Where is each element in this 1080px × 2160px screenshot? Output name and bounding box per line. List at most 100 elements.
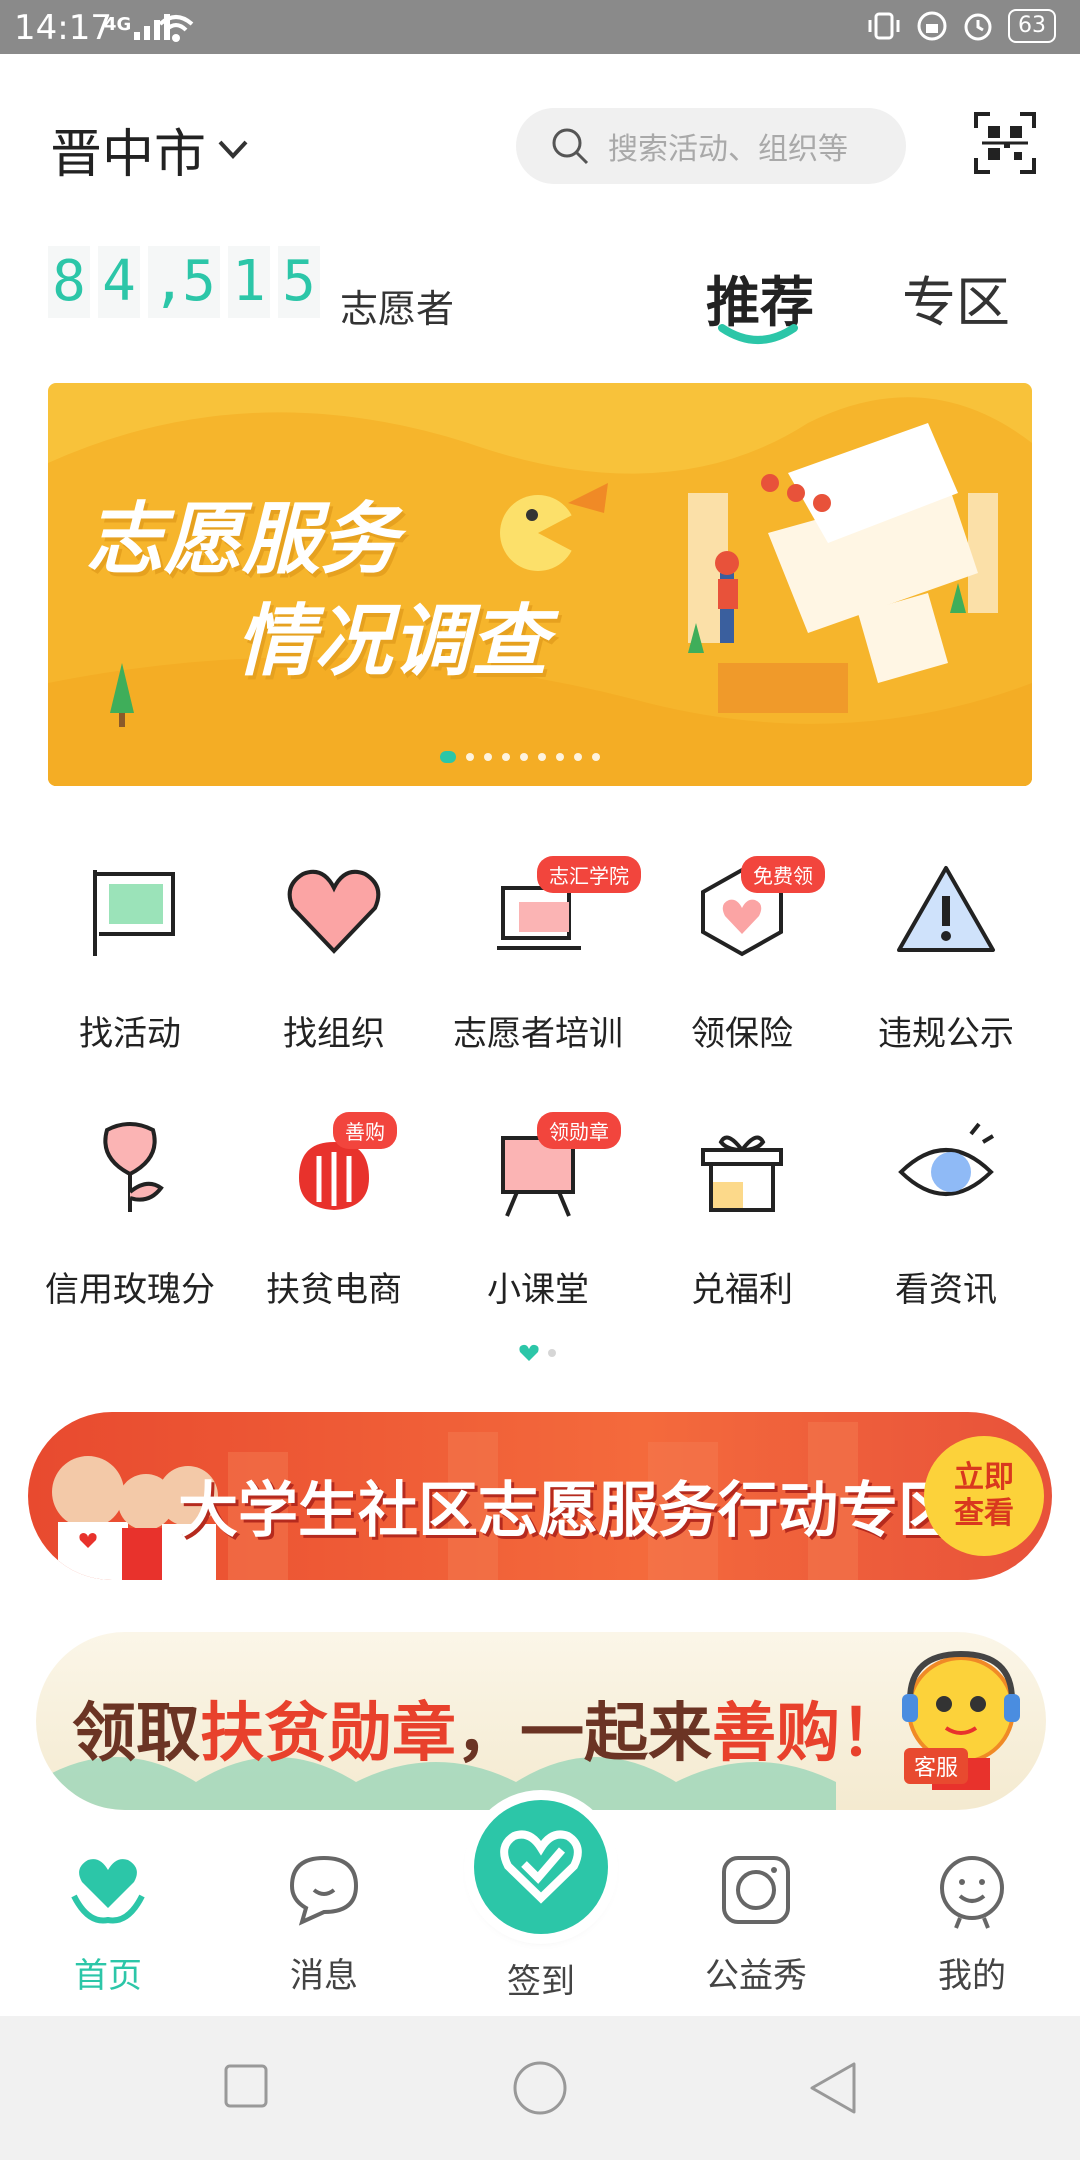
grid-find-activity[interactable]: 找活动 [28,856,232,1055]
chat-icon [289,1855,359,1926]
search-bar[interactable]: 搜索活动、组织等 [516,108,906,184]
grid-label: 看资讯 [895,1270,997,1310]
badge-insurance: 免费领 [741,856,825,893]
banner-pagination [440,751,600,763]
promo2-part5: ！ [840,1697,904,1771]
nav-label: 消息 [290,1956,358,1996]
qr-scan-icon[interactable] [974,112,1036,174]
promo1-title: 大学生社区志愿服务行动专区 [178,1476,958,1546]
tab-zone[interactable]: 专区 [902,258,1010,337]
grid-volunteer-training[interactable]: 志汇学院 志愿者培训 [436,856,641,1055]
promo2-title: 领取扶贫勋章，一起来善购！ [72,1682,904,1774]
banner-dot[interactable] [484,753,492,761]
city-name: 晋中市 [50,125,207,185]
flag-icon [93,870,175,956]
promo2-part1: 领取 [72,1697,200,1771]
nav-label: 首页 [74,1956,142,1996]
banner-dot[interactable] [520,753,528,761]
page-dot [548,1349,556,1357]
badge-ecommerce: 善购 [333,1112,397,1149]
grid-label: 领保险 [691,1014,793,1054]
badge-training: 志汇学院 [537,856,641,893]
banner-dot[interactable] [592,753,600,761]
nav-label: 公益秀 [705,1956,807,1996]
grid-label: 兑福利 [691,1270,793,1310]
nav-messages[interactable]: 消息 [216,1850,432,1997]
tab-active-indicator [718,324,798,344]
grid-get-insurance[interactable]: 免费领 领保险 [640,856,844,1055]
system-nav-bar [0,2016,1080,2160]
counter-digit: 4 [98,246,140,318]
banner-line2: 情况调查 [236,597,549,687]
cta-line1: 立即 [954,1460,1014,1495]
banner-line1: 志愿服务 [86,495,399,585]
cta-line2: 查看 [954,1496,1014,1531]
eye-icon [898,1122,995,1196]
banner-dot[interactable] [538,753,546,761]
grid-find-organization[interactable]: 找组织 [232,856,436,1055]
promo2-part4: 善购 [712,1697,840,1771]
wifi-icon [158,15,194,42]
hero-banner[interactable]: 志愿服务 情况调查 [48,383,1032,786]
grid-label: 扶贫电商 [266,1270,402,1310]
nav-label: 我的 [938,1956,1006,1996]
vibrate-icon [868,12,900,40]
back-triangle-icon[interactable] [808,2060,858,2116]
status-right-icons: 63 [866,9,1056,43]
badge-class: 领勋章 [537,1112,621,1149]
grid-label: 志愿者培训 [453,1014,623,1054]
grid-redeem-benefits[interactable]: 兑福利 [640,1112,844,1311]
promo2-part3: ，一起来 [456,1697,712,1771]
customer-service-label: 客服 [904,1748,969,1784]
banner-dot[interactable] [556,753,564,761]
alarm-icon [964,13,992,41]
counter-digit: 5 [178,246,220,318]
banner-dot-active[interactable] [440,751,456,763]
grid-violation-notice[interactable]: 违规公示 [844,856,1048,1055]
home-heart-icon [71,1859,145,1924]
heart-icon [287,869,381,954]
grid-label: 找组织 [283,1014,385,1054]
banner-dot[interactable] [466,753,474,761]
counter-digit: 8 [48,246,90,318]
promo-banner-poverty-medal[interactable]: 领取扶贫勋章，一起来善购！ [36,1632,1046,1810]
nav-charity-show[interactable]: 公益秀 [648,1850,864,1997]
grid-read-news[interactable]: 看资讯 [844,1112,1048,1311]
checkin-label: 签到 [507,1962,575,2002]
grid-poverty-ecommerce[interactable]: 善购 扶贫电商 [232,1112,436,1311]
network-type: 4G [104,14,132,35]
grid-pagination [518,1344,556,1362]
nav-home[interactable]: 首页 [0,1850,216,1997]
gift-icon [701,1135,783,1212]
rose-icon [103,1122,164,1212]
banner-dot[interactable] [502,753,510,761]
home-circle-icon[interactable] [512,2060,568,2116]
checkin-button[interactable] [474,1800,608,1934]
grid-label: 找活动 [79,1014,181,1054]
city-selector[interactable]: 晋中市 [50,112,250,187]
recent-apps-icon[interactable] [224,2064,268,2108]
grid-mini-class[interactable]: 领勋章 小课堂 [436,1112,640,1311]
checkin-heart-icon [500,1830,582,1904]
volunteer-label: 志愿者 [340,287,455,331]
counter-digit: 1 [228,246,270,318]
banner-title: 志愿服务 情况调查 [86,489,548,693]
grid-label: 违规公示 [878,1014,1014,1054]
promo-banner-college[interactable]: 大学生社区志愿服务行动专区 立即 查看 [28,1412,1052,1580]
banner-dot[interactable] [574,753,582,761]
grid-label: 小课堂 [487,1270,589,1310]
nav-mine[interactable]: 我的 [864,1850,1080,1997]
warning-icon [897,866,995,952]
counter-digit: 5 [278,246,320,318]
grid-credit-rose[interactable]: 信用玫瑰分 [28,1112,232,1311]
search-placeholder: 搜索活动、组织等 [608,132,848,167]
view-now-button[interactable]: 立即 查看 [924,1436,1044,1556]
chevron-down-icon [218,140,248,159]
search-icon [552,128,589,165]
promo2-part2: 扶贫勋章 [200,1697,456,1771]
lock-rotation-icon [917,11,947,41]
profile-face-icon [940,1856,1004,1929]
grid-label: 信用玫瑰分 [45,1270,215,1310]
camera-icon [722,1856,790,1924]
battery-indicator: 63 [1008,9,1056,43]
